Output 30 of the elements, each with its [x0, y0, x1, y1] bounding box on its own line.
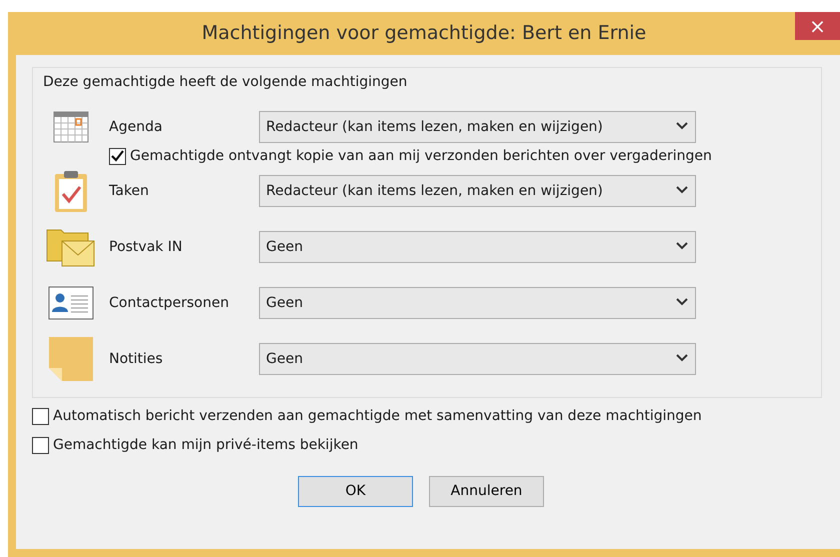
permission-dropdown[interactable]: Geen	[259, 343, 696, 375]
folder-label: Taken	[108, 182, 150, 200]
checkbox-label: Gemachtigde ontvangt kopie van aan mij verzonden berichten over vergaderingen	[130, 146, 712, 166]
checkbox-label: Gemachtigde kan mijn privé-items bekijken	[53, 436, 358, 455]
permission-dropdown[interactable]: Geen	[259, 287, 696, 319]
folder-label: Contactpersonen	[108, 294, 230, 312]
caret-icon	[676, 185, 688, 195]
clipboard-check-icon	[54, 169, 88, 213]
note-icon	[48, 336, 94, 382]
folder-label: Postvak IN	[108, 238, 184, 256]
contact-card-icon	[48, 286, 94, 320]
cancel-button[interactable]: Annuleren	[429, 476, 544, 507]
permission-dropdown[interactable]: Redacteur (kan items lezen, maken en wijzigen)	[259, 175, 696, 207]
ok-button[interactable]: OK	[298, 476, 413, 507]
checkbox[interactable]	[109, 148, 126, 164]
caret-icon	[676, 121, 688, 131]
permission-dropdown[interactable]: Geen	[259, 231, 696, 263]
permission-dropdown[interactable]: Redacteur (kan items lezen, maken en wijzigen)	[259, 111, 696, 143]
checkbox-label: Automatisch bericht verzenden aan gemachtigde met samenvatting van deze machtigingen	[53, 407, 702, 426]
folder-label: Agenda	[108, 118, 164, 136]
calendar-icon	[53, 111, 89, 143]
caret-icon	[676, 297, 688, 307]
checkbox[interactable]	[32, 437, 49, 454]
checkbox[interactable]	[32, 408, 49, 425]
caret-icon	[676, 241, 688, 251]
caret-icon	[676, 353, 688, 363]
close-button[interactable]: ×	[795, 12, 840, 40]
folder-label: Notities	[108, 350, 164, 368]
group-title: Deze gemachtigde heeft de volgende machtigingen	[43, 73, 408, 92]
window-title: Machtigingen voor gemachtigde: Bert en Ernie	[202, 21, 646, 46]
